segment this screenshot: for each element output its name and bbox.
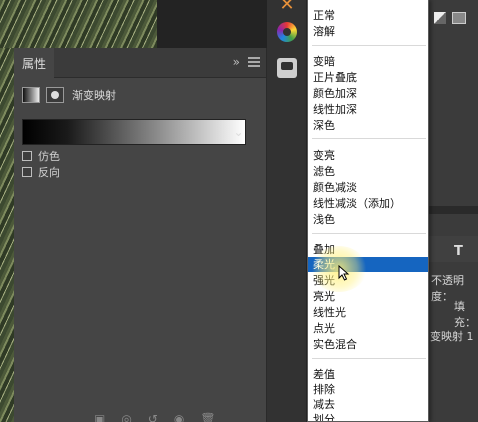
visibility-icon[interactable]: ◉ [174,412,184,422]
blend-option[interactable]: 颜色减淡 [308,180,428,195]
blend-option[interactable]: 差值 [308,367,428,382]
canvas-photo-edge [0,48,14,422]
panel-icon-strip: ✕ [267,0,307,422]
panel-menu-icon[interactable] [248,57,260,67]
layer-mask-icon[interactable] [46,87,64,103]
dither-label: 仿色 [38,150,60,163]
right-top-icons [434,12,474,28]
blend-option[interactable]: 减去 [308,397,428,412]
collapse-icon[interactable]: » [233,55,240,69]
blend-option[interactable]: 滤色 [308,164,428,179]
blend-option[interactable]: 深色 [308,118,428,133]
tab-properties[interactable]: 属性 [14,48,54,78]
color-wheel-icon[interactable] [277,22,297,42]
divider [312,138,426,139]
trash-icon[interactable]: 🗑 [200,412,215,422]
fill-label: 填充： [454,300,476,329]
reverse-checkbox[interactable] [22,167,32,177]
document-dark-area [157,0,267,48]
gradient-preview[interactable] [22,119,246,145]
blend-option[interactable]: 亮光 [308,289,428,304]
blend-option[interactable]: 线性减淡（添加） [308,196,428,211]
mask-thumbnail-icon[interactable] [452,12,466,24]
adjustments-icon[interactable] [277,58,297,78]
blend-option[interactable]: 强光 [308,273,428,288]
layers-filter-bar [428,236,478,262]
divider [312,233,426,234]
blend-option[interactable]: 线性加深 [308,102,428,117]
blend-option[interactable]: 变暗 [308,54,428,69]
divider [312,45,426,46]
blend-option[interactable]: 浅色 [308,212,428,227]
blend-option[interactable]: 溶解 [308,24,428,39]
clip-to-layer-icon[interactable]: ▣ [94,412,105,422]
blend-mode-dropdown: 正常 溶解 变暗 正片叠底 颜色加深 线性加深 深色 变亮 滤色 颜色减淡 线性… [307,0,429,422]
properties-tabbar: 属性 » [14,48,266,78]
adjustment-name: 渐变映射 [72,89,116,102]
blend-option[interactable]: 正片叠底 [308,70,428,85]
dither-checkbox[interactable] [22,151,32,161]
blend-option[interactable]: 线性光 [308,305,428,320]
layer-name[interactable]: 变映射 1 [430,328,474,344]
view-previous-icon[interactable]: ◎ [121,412,131,422]
reverse-option[interactable]: 反向 [22,164,60,180]
contrast-icon[interactable] [434,12,446,24]
panel-divider [428,206,478,214]
photoshop-window: 属性 » 渐变映射 ⌄ 仿色 反向 ▣ ◎ ↺ ◉ 🗑 ✕ T 不透明度： 填充… [0,0,478,422]
panel-footer-icons: ▣ ◎ ↺ ◉ 🗑 [94,412,274,422]
type-filter-icon[interactable]: T [454,244,463,259]
blend-option-selected[interactable]: 柔光 [308,257,428,272]
blend-option[interactable]: 划分 [308,412,428,421]
blend-option[interactable]: 排除 [308,382,428,397]
chevron-down-icon[interactable]: ⌄ [231,119,246,145]
mouse-cursor-icon [338,265,350,281]
blend-option[interactable]: 点光 [308,321,428,336]
reset-icon[interactable]: ↺ [148,412,158,422]
dither-option[interactable]: 仿色 [22,148,60,164]
close-icon[interactable]: ✕ [275,0,299,16]
blend-option[interactable]: 实色混合 [308,337,428,352]
properties-panel: 属性 » 渐变映射 ⌄ 仿色 反向 ▣ ◎ ↺ ◉ 🗑 [14,48,267,422]
reverse-label: 反向 [38,166,60,179]
adjustment-header: 渐变映射 [22,84,116,106]
blend-option[interactable]: 正常 [308,8,428,23]
blend-option[interactable]: 叠加 [308,242,428,257]
gradient-map-icon[interactable] [22,87,40,103]
blend-option[interactable]: 颜色加深 [308,86,428,101]
canvas-photo [0,0,157,48]
blend-option[interactable]: 变亮 [308,148,428,163]
divider [312,358,426,359]
